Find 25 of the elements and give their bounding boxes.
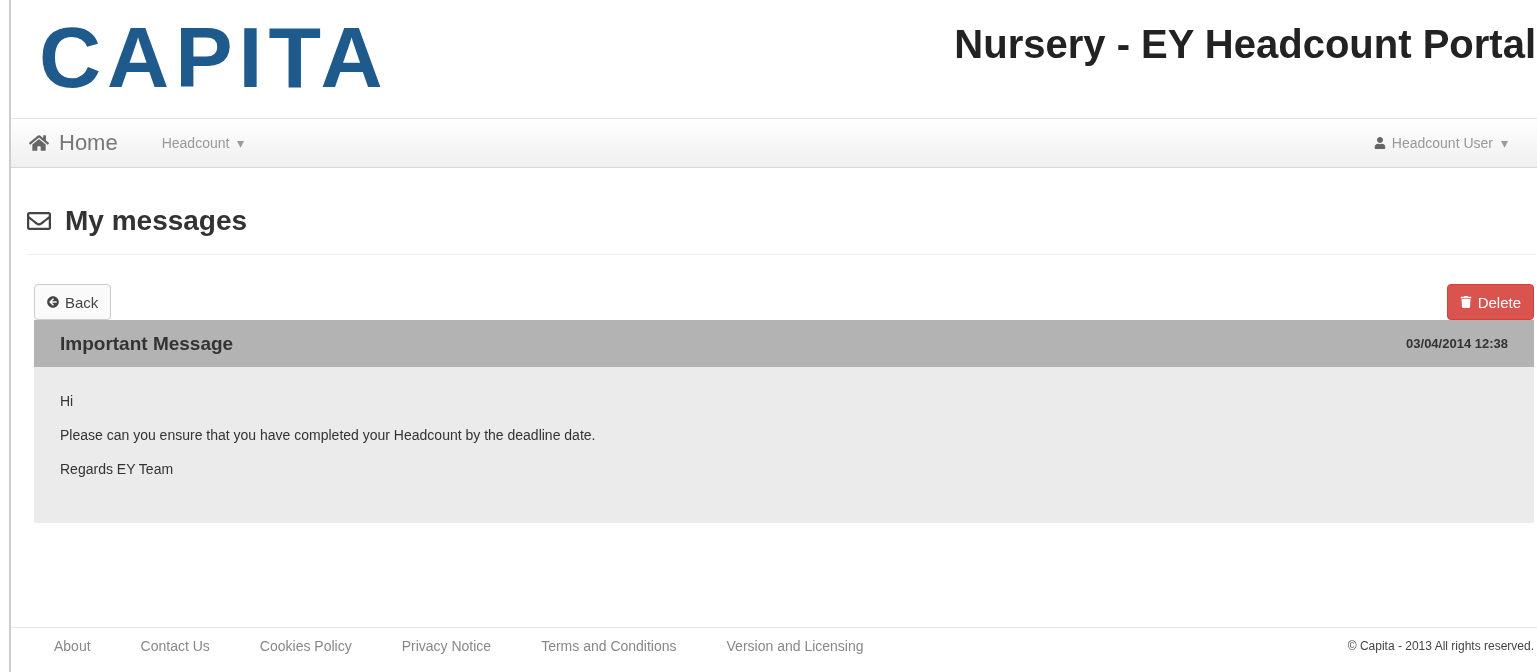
nav-menu[interactable]: Headcount ▾ bbox=[161, 135, 245, 151]
trash-icon bbox=[1459, 296, 1472, 308]
footer-link[interactable]: Cookies Policy bbox=[259, 638, 352, 654]
copyright-text: © Capita - 2013 All rights reserved. bbox=[1347, 639, 1534, 653]
back-button[interactable]: Back bbox=[34, 284, 112, 320]
delete-button[interactable]: Delete bbox=[1446, 284, 1534, 320]
message-text: Regards EY Team bbox=[60, 461, 175, 477]
footer-link[interactable]: Terms and Conditions bbox=[541, 638, 677, 654]
envelope-icon bbox=[27, 209, 51, 233]
portal-title: Nursery - EY Headcount Portal bbox=[954, 22, 1536, 67]
user-menu[interactable]: Headcount User ▾ bbox=[1391, 135, 1508, 151]
logo: CAPITA bbox=[39, 14, 389, 100]
message-text: Please can you ensure that you have completed your Headcount by the deadline date. bbox=[60, 427, 597, 443]
message-text: Hi bbox=[60, 393, 75, 409]
user-icon bbox=[1373, 137, 1386, 149]
footer-link[interactable]: Contact Us bbox=[140, 638, 210, 654]
message-date: 03/04/2014 12:38 bbox=[1406, 336, 1508, 351]
footer-link[interactable]: Version and Licensing bbox=[726, 638, 864, 654]
footer-link[interactable]: About bbox=[54, 638, 91, 654]
footer-link[interactable]: Privacy Notice bbox=[401, 638, 492, 654]
message-subject: Important Message bbox=[60, 332, 234, 355]
home-icon bbox=[29, 133, 49, 153]
home-link[interactable]: Home bbox=[59, 130, 118, 156]
arrow-left-icon bbox=[47, 296, 59, 308]
page-heading: My messages bbox=[65, 205, 248, 237]
